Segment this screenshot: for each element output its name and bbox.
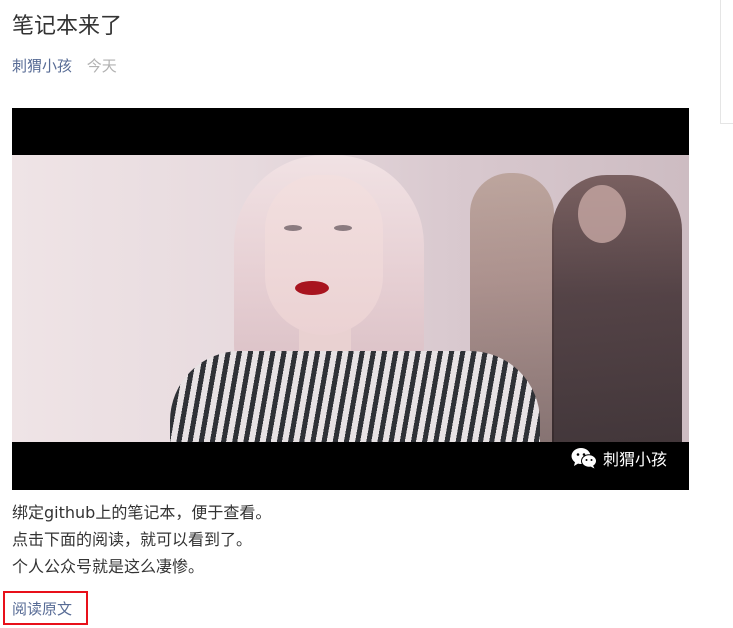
background-face — [578, 185, 626, 243]
publish-date: 今天 — [86, 57, 117, 75]
paragraph: 个人公众号就是这么凄惨。 — [12, 557, 205, 576]
cover-image: 刺猬小孩 — [12, 108, 689, 490]
author-link[interactable]: 刺猬小孩 — [12, 57, 72, 75]
paragraph: 绑定github上的笔记本，便于查看。 — [12, 503, 272, 522]
read-original-label: 阅读原文 — [12, 599, 73, 618]
read-original-link[interactable]: 阅读原文 — [3, 591, 88, 625]
subject-lips — [295, 281, 329, 295]
paragraph: 点击下面的阅读，就可以看到了。 — [12, 530, 253, 549]
subject-eye-left — [284, 225, 302, 231]
article-meta: 刺猬小孩 今天 — [12, 55, 117, 77]
article-title: 笔记本来了 — [12, 14, 123, 39]
wechat-icon — [571, 447, 597, 469]
subject-striped-shirt — [170, 351, 540, 442]
watermark-text: 刺猬小孩 — [602, 450, 667, 469]
subject-eye-right — [334, 225, 352, 231]
cover-watermark: 刺猬小孩 — [571, 446, 667, 470]
right-panel-edge — [720, 0, 733, 124]
article-body: 绑定github上的笔记本，便于查看。 点击下面的阅读，就可以看到了。 个人公众… — [12, 499, 271, 580]
cover-photo — [12, 155, 689, 442]
subject-face — [265, 175, 383, 335]
